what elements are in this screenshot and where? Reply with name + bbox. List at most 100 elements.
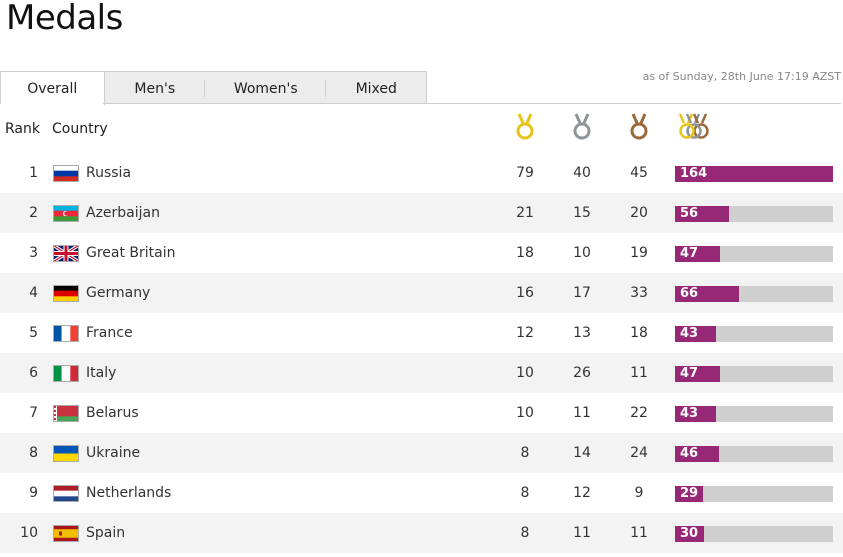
total-count: 30 [680, 526, 699, 541]
bronze-count: 24 [630, 445, 648, 461]
total-bar: 56 [675, 206, 833, 222]
bronze-count: 19 [630, 245, 648, 261]
country-cell[interactable]: Spain [86, 525, 125, 541]
tab-womens[interactable]: Women's [205, 72, 327, 105]
table-row[interactable]: 3 Great Britain 18 10 19 47 [0, 233, 843, 273]
bronze-count: 22 [630, 405, 648, 421]
bronze-count: 45 [630, 165, 648, 181]
country-cell[interactable]: Italy [86, 365, 116, 381]
rank-cell: 9 [29, 485, 38, 501]
total-bar: 47 [675, 366, 833, 382]
rank-cell: 8 [29, 445, 38, 461]
silver-count: 11 [573, 525, 591, 541]
gold-count: 12 [516, 325, 534, 341]
bronze-medal-icon [630, 113, 648, 140]
silver-count: 10 [573, 245, 591, 261]
silver-count: 13 [573, 325, 591, 341]
medal-table: 1 Russia 79 40 45 164 2 Azerbaijan 21 15… [0, 153, 843, 553]
country-cell[interactable]: Great Britain [86, 245, 176, 261]
total-count: 66 [680, 286, 699, 301]
total-count: 47 [680, 246, 699, 261]
silver-count: 17 [573, 285, 591, 301]
country-cell[interactable]: Belarus [86, 405, 139, 421]
netherlands-flag-icon [53, 485, 79, 502]
gold-count: 8 [520, 525, 530, 541]
silver-count: 11 [573, 405, 591, 421]
spain-flag-icon [53, 525, 79, 542]
gold-count: 8 [520, 485, 530, 501]
rank-cell: 7 [29, 405, 38, 421]
rank-cell: 2 [29, 205, 38, 221]
tabs-divider [103, 103, 841, 104]
table-row[interactable]: 4 Germany 16 17 33 66 [0, 273, 843, 313]
total-bar: 29 [675, 486, 833, 502]
france-flag-icon [53, 325, 79, 342]
table-row[interactable]: 10 Spain 8 11 11 30 [0, 513, 843, 553]
table-row[interactable]: 8 Ukraine 8 14 24 46 [0, 433, 843, 473]
total-count: 29 [680, 486, 699, 501]
table-row[interactable]: 9 Netherlands 8 12 9 29 [0, 473, 843, 513]
country-cell[interactable]: Ukraine [86, 445, 140, 461]
tab-overall[interactable]: Overall [1, 72, 105, 105]
bronze-count: 18 [630, 325, 648, 341]
gold-count: 79 [516, 165, 534, 181]
last-updated-timestamp: as of Sunday, 28th June 17:19 AZST [642, 70, 841, 83]
gold-count: 16 [516, 285, 534, 301]
bronze-count: 9 [634, 485, 644, 501]
germany-flag-icon [53, 285, 79, 302]
country-cell[interactable]: France [86, 325, 133, 341]
total-medals-icon [678, 113, 709, 139]
medal-tabs: Overall Men's Women's Mixed [0, 71, 427, 105]
tab-mens[interactable]: Men's [105, 72, 206, 105]
country-cell[interactable]: Russia [86, 165, 131, 181]
rank-cell: 10 [20, 525, 38, 541]
total-count: 46 [680, 446, 699, 461]
table-row[interactable]: 1 Russia 79 40 45 164 [0, 153, 843, 193]
gold-count: 10 [516, 365, 534, 381]
rank-cell: 3 [29, 245, 38, 261]
italy-flag-icon [53, 365, 79, 382]
total-bar: 43 [675, 326, 833, 342]
gold-medal-icon [516, 113, 534, 140]
rank-cell: 5 [29, 325, 38, 341]
gold-count: 18 [516, 245, 534, 261]
bronze-count: 20 [630, 205, 648, 221]
country-cell[interactable]: Netherlands [86, 485, 171, 501]
rank-cell: 4 [29, 285, 38, 301]
silver-count: 12 [573, 485, 591, 501]
total-count: 164 [680, 166, 708, 181]
bronze-count: 11 [630, 365, 648, 381]
bronze-count: 11 [630, 525, 648, 541]
total-count: 43 [680, 406, 699, 421]
total-bar: 66 [675, 286, 833, 302]
total-count: 43 [680, 326, 699, 341]
total-bar: 164 [675, 166, 833, 182]
total-bar: 30 [675, 526, 833, 542]
page-title: Medals [6, 0, 123, 38]
rank-cell: 6 [29, 365, 38, 381]
silver-medal-icon [573, 113, 591, 140]
total-bar: 46 [675, 446, 833, 462]
tab-mixed[interactable]: Mixed [326, 72, 426, 105]
silver-count: 26 [573, 365, 591, 381]
azerbaijan-flag-icon [53, 205, 79, 222]
total-bar: 47 [675, 246, 833, 262]
table-row[interactable]: 5 France 12 13 18 43 [0, 313, 843, 353]
country-column-header: Country [52, 121, 108, 137]
rank-column-header: Rank [5, 121, 40, 137]
silver-count: 14 [573, 445, 591, 461]
total-count: 56 [680, 206, 699, 221]
silver-count: 15 [573, 205, 591, 221]
table-header: Rank Country [0, 110, 843, 150]
country-cell[interactable]: Azerbaijan [86, 205, 160, 221]
belarus-flag-icon [53, 405, 79, 422]
rank-cell: 1 [29, 165, 38, 181]
total-bar: 43 [675, 406, 833, 422]
gold-count: 10 [516, 405, 534, 421]
table-row[interactable]: 2 Azerbaijan 21 15 20 56 [0, 193, 843, 233]
great-britain-flag-icon [53, 245, 79, 262]
table-row[interactable]: 7 Belarus 10 11 22 43 [0, 393, 843, 433]
russia-flag-icon [53, 165, 79, 182]
table-row[interactable]: 6 Italy 10 26 11 47 [0, 353, 843, 393]
country-cell[interactable]: Germany [86, 285, 150, 301]
